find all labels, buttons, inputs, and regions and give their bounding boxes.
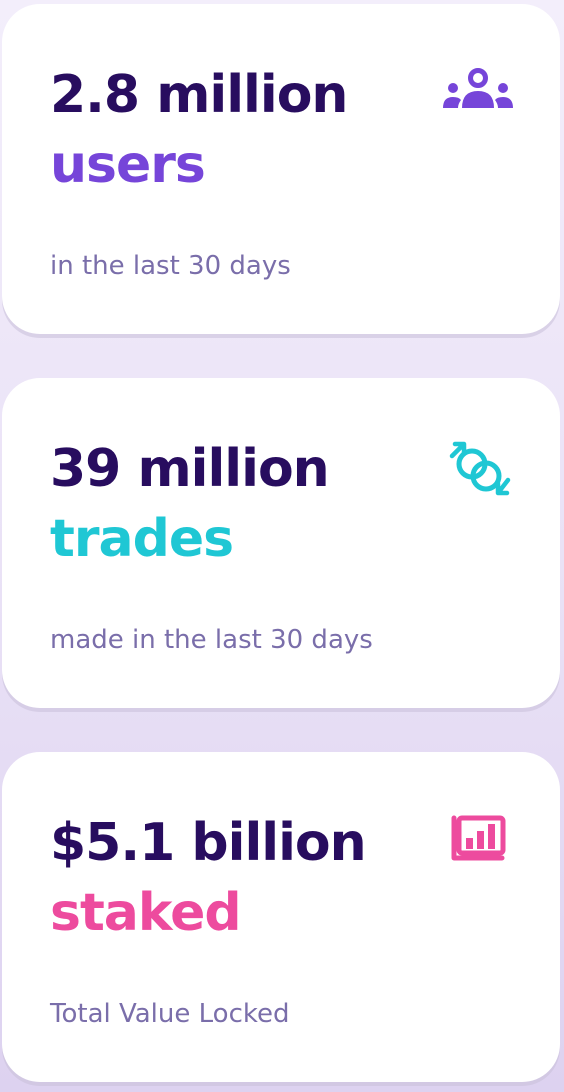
stat-noun: users [50, 135, 206, 195]
stat-caption: in the last 30 days [50, 251, 291, 281]
stat-caption: Total Value Locked [50, 999, 290, 1029]
trade-swap-icon [440, 438, 516, 498]
users-icon [440, 64, 516, 124]
stat-headline: 39 million trades [50, 434, 330, 574]
stat-headline: $5.1 billion staked [50, 808, 367, 948]
stat-value: 2.8 million [50, 65, 348, 125]
stat-card-staked: $5.1 billion staked Total Value Locked [2, 752, 560, 1082]
stat-card-users: 2.8 million users in the last 30 days [2, 4, 560, 334]
bar-chart-icon [440, 812, 516, 872]
stat-noun: trades [50, 509, 234, 569]
stat-value: 39 million [50, 439, 330, 499]
stat-headline: 2.8 million users [50, 60, 348, 200]
stat-value: $5.1 billion [50, 813, 367, 873]
stat-caption: made in the last 30 days [50, 625, 373, 655]
stat-card-trades: 39 million trades made in the last 30 da… [2, 378, 560, 708]
stat-noun: staked [50, 883, 242, 943]
